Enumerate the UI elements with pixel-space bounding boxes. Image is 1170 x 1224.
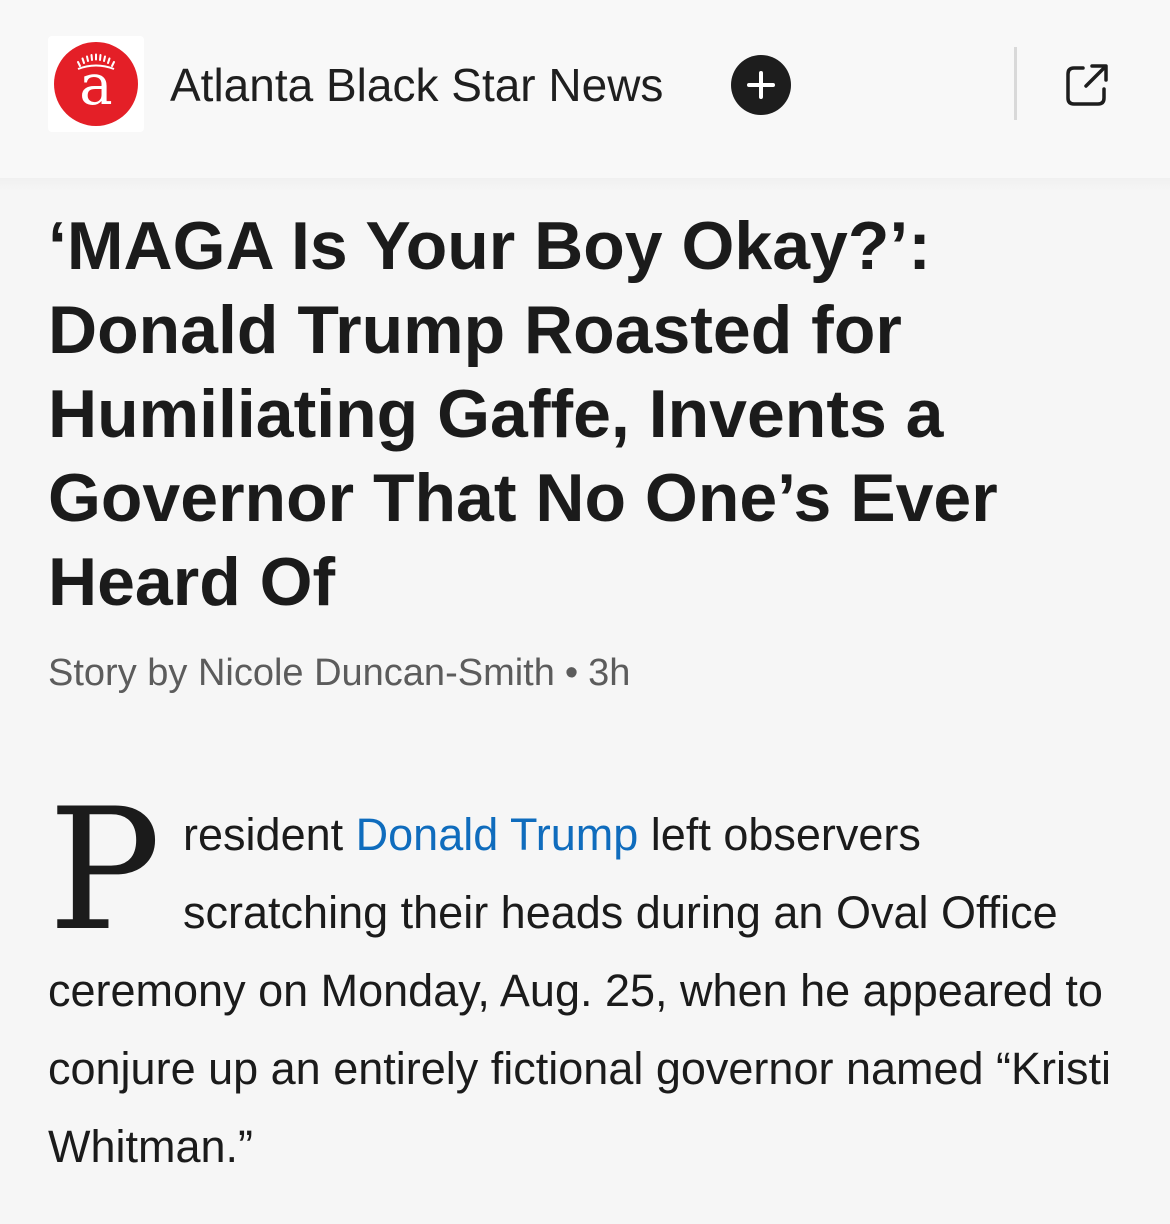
article-paragraph: President Donald Trump left observers sc…	[48, 772, 1128, 1186]
paragraph-text-start: resident	[183, 809, 356, 860]
header-divider	[1014, 47, 1017, 120]
article-byline: Story by Nicole Duncan-Smith • 3h	[48, 648, 630, 698]
publisher-logo[interactable]: a	[48, 36, 144, 132]
open-in-browser-button[interactable]	[1062, 60, 1112, 110]
plus-icon	[747, 71, 775, 99]
article-headline: ‘MAGA Is Your Boy Okay?’: Donald Trump R…	[48, 208, 998, 620]
byline-timestamp: 3h	[588, 652, 631, 694]
logo-letter: a	[79, 53, 113, 118]
follow-publisher-button[interactable]	[731, 55, 791, 115]
byline-separator: •	[564, 652, 579, 694]
open-external-icon	[1066, 64, 1108, 106]
drop-cap: P	[48, 772, 162, 968]
byline-author[interactable]: Story by Nicole Duncan-Smith	[48, 652, 555, 694]
donald-trump-link[interactable]: Donald Trump	[356, 809, 639, 860]
publisher-name[interactable]: Atlanta Black Star News	[170, 56, 663, 114]
logo-badge: a	[54, 42, 138, 126]
paragraph-text-rest: left observers scratching their heads du…	[48, 809, 1112, 1172]
publisher-header: a Atlanta Black Star News	[0, 0, 1170, 192]
